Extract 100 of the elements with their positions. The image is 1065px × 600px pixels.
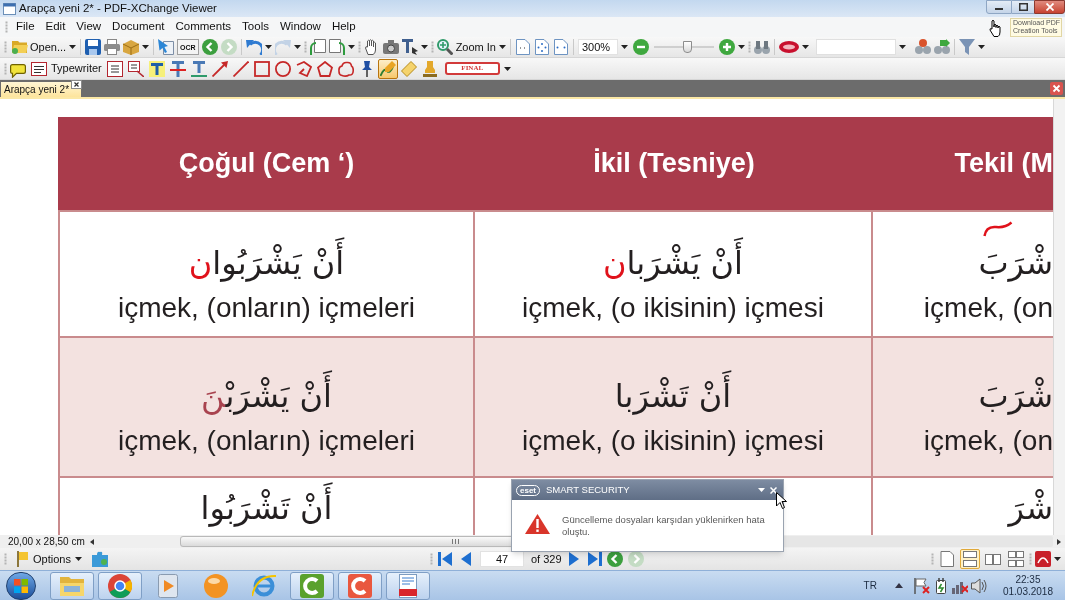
caret-icon[interactable] <box>1054 557 1061 561</box>
menu-item[interactable]: File <box>16 21 35 33</box>
grip-handle-icon[interactable] <box>4 41 7 53</box>
typewriter-tool-button[interactable]: Typewriter <box>29 58 104 79</box>
options-button[interactable]: Options <box>17 551 71 567</box>
caret-icon[interactable] <box>264 45 272 49</box>
pentagon-tool-button[interactable] <box>314 58 335 79</box>
taskbar-app-button[interactable] <box>338 571 382 600</box>
find-previous-icon[interactable] <box>915 39 931 55</box>
speaker-icon[interactable] <box>970 577 987 594</box>
document-tab[interactable]: Arapça yeni 2* <box>1 82 81 97</box>
pdf-icon[interactable] <box>1035 551 1051 567</box>
undo-icon[interactable] <box>245 39 262 55</box>
close-button[interactable] <box>1034 0 1065 14</box>
zoom-field[interactable]: 300% <box>578 39 618 55</box>
caret-icon[interactable] <box>978 45 985 49</box>
caret-icon[interactable] <box>293 45 301 49</box>
pencil-tool-button[interactable] <box>377 58 398 79</box>
back-icon[interactable] <box>606 551 623 567</box>
line-tool-button[interactable] <box>230 58 251 79</box>
oval-logo-icon[interactable] <box>779 41 799 53</box>
grip-handle-icon[interactable] <box>430 41 434 53</box>
caret-icon[interactable] <box>499 45 506 49</box>
menu-item[interactable]: Window <box>279 21 321 33</box>
first-page-icon[interactable] <box>438 551 452 567</box>
page-number-field[interactable]: 47 <box>480 551 524 567</box>
caret-icon[interactable] <box>69 45 77 49</box>
grip-handle-icon[interactable] <box>4 553 7 565</box>
menu-item[interactable]: Tools <box>242 21 269 33</box>
grip-handle-icon[interactable] <box>357 41 361 53</box>
grip-handle-icon[interactable] <box>1029 553 1032 565</box>
open-button[interactable]: Open... <box>12 39 67 55</box>
view-mode-button[interactable] <box>937 549 957 569</box>
rectangle-tool-button[interactable] <box>251 58 272 79</box>
language-indicator[interactable]: TR <box>863 580 877 591</box>
grip-handle-icon[interactable] <box>303 41 307 53</box>
caret-icon[interactable] <box>621 45 628 49</box>
view-mode-button[interactable] <box>960 549 980 569</box>
last-page-icon[interactable] <box>587 551 602 567</box>
actual-size-icon[interactable] <box>515 39 531 55</box>
close-icon[interactable] <box>71 80 82 89</box>
scroll-left-icon[interactable] <box>90 538 94 545</box>
rotate-left-icon[interactable] <box>309 39 326 55</box>
underline-text-tool-button[interactable] <box>188 58 209 79</box>
minus-icon[interactable] <box>633 39 649 55</box>
grip-handle-icon[interactable] <box>931 553 934 565</box>
zoom-slider[interactable] <box>654 41 714 53</box>
flag-icon[interactable] <box>913 577 930 594</box>
fit-page-icon[interactable] <box>534 39 550 55</box>
grip-handle-icon[interactable] <box>4 62 7 75</box>
caret-icon[interactable] <box>420 45 428 49</box>
menu-item[interactable]: Edit <box>45 21 66 33</box>
camera-icon[interactable] <box>382 39 399 55</box>
vertical-scrollbar[interactable] <box>1053 99 1065 535</box>
taskbar-app-button[interactable] <box>290 571 334 600</box>
scroll-right-icon[interactable] <box>1057 538 1061 545</box>
grip-handle-icon[interactable] <box>430 553 433 565</box>
fit-width-icon[interactable] <box>553 39 569 55</box>
ellipse-tool-button[interactable] <box>272 58 293 79</box>
puzzle-icon[interactable] <box>91 551 108 567</box>
grip-handle-icon[interactable] <box>748 41 751 53</box>
zoom-in-button[interactable]: Zoom In <box>436 39 496 55</box>
text-box-tool-button[interactable] <box>104 58 125 79</box>
caret-icon[interactable] <box>802 45 809 49</box>
pointer-page-icon[interactable] <box>158 39 175 55</box>
menu-item[interactable]: Document <box>112 21 165 33</box>
arrow-tool-button[interactable] <box>209 58 230 79</box>
grip-handle-icon[interactable] <box>5 21 8 33</box>
save-icon[interactable] <box>85 39 102 55</box>
print-icon[interactable] <box>104 39 121 55</box>
menu-item[interactable]: View <box>76 21 102 33</box>
caret-icon[interactable] <box>738 45 745 49</box>
text-select-icon[interactable] <box>401 39 418 55</box>
highlight-text-tool-button[interactable] <box>146 58 167 79</box>
caret-icon[interactable] <box>74 557 82 561</box>
clock-date[interactable]: 01.03.2018 <box>1002 585 1053 598</box>
binoculars-icon[interactable] <box>754 39 770 55</box>
view-mode-button[interactable] <box>1006 549 1026 569</box>
previous-page-icon[interactable] <box>461 551 471 567</box>
maximize-button[interactable] <box>1012 0 1034 14</box>
callout-tool-button[interactable] <box>125 58 146 79</box>
rotate-right-icon[interactable] <box>328 39 345 55</box>
caret-icon[interactable] <box>899 45 906 49</box>
taskbar-app-button[interactable] <box>50 571 94 600</box>
caret-icon[interactable] <box>347 45 355 49</box>
minimize-button[interactable] <box>986 0 1012 14</box>
find-next-icon[interactable] <box>934 39 950 55</box>
back-icon[interactable] <box>201 39 218 55</box>
caret-icon[interactable] <box>142 45 150 49</box>
caret-icon[interactable] <box>503 66 511 71</box>
clock-time[interactable]: 22:35 <box>1015 573 1041 586</box>
next-page-icon[interactable] <box>568 551 579 567</box>
menu-item[interactable]: Comments <box>175 21 232 33</box>
slider-thumb[interactable] <box>683 41 692 53</box>
search-field[interactable] <box>816 39 896 55</box>
taskbar-app-button[interactable] <box>386 571 430 600</box>
start-button[interactable] <box>6 571 36 600</box>
strikeout-text-tool-button[interactable] <box>167 58 188 79</box>
taskbar-app-button[interactable] <box>98 571 142 600</box>
menu-item[interactable]: Help <box>331 21 356 33</box>
